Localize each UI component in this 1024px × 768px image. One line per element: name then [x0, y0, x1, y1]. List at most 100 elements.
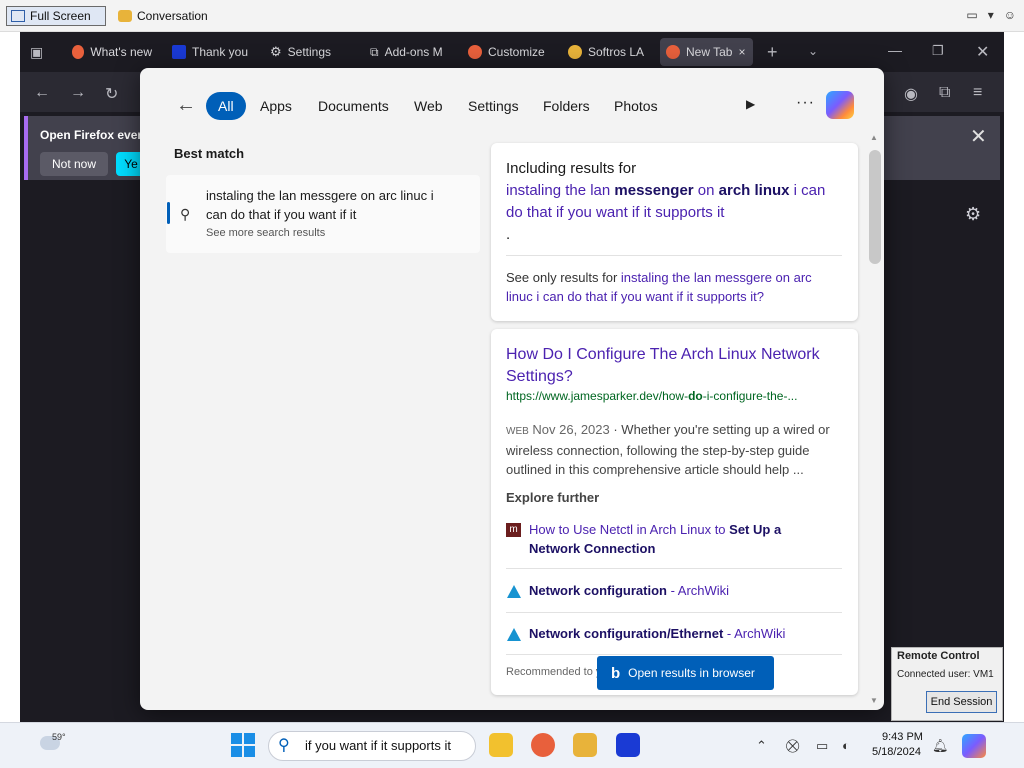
full-screen-label: Full Screen [30, 9, 91, 23]
copilot-icon[interactable] [826, 91, 854, 119]
tab-label: New Tab [686, 45, 733, 59]
menu-icon[interactable]: ≡ [973, 84, 982, 102]
arch-linux-icon [507, 628, 521, 641]
close-icon[interactable]: ✕ [970, 124, 987, 149]
trailing-period: . [506, 226, 511, 243]
firefox-icon [468, 45, 482, 59]
tab-thank-you[interactable]: Thank you [172, 38, 252, 66]
result-url[interactable]: https://www.jamesparker.dev/how-do-i-con… [506, 389, 846, 403]
firefox-icon[interactable] [531, 733, 555, 757]
filter-folders[interactable]: Folders [531, 92, 602, 120]
clock-date[interactable]: 5/18/2024 [872, 746, 921, 758]
explore-link-network-configuration[interactable]: Network configuration - ArchWiki [529, 583, 729, 598]
tab-label: Settings [287, 45, 332, 59]
extensions-icon[interactable]: ⧉ [939, 84, 950, 102]
site-favicon-icon: m [506, 523, 521, 537]
notice-text: Open Firefox ever [40, 128, 143, 142]
start-button[interactable] [231, 733, 255, 757]
tab-label: Customize [488, 45, 545, 59]
including-results-label: Including results for [506, 160, 637, 177]
source-tag: WEB [506, 426, 529, 437]
filter-settings[interactable]: Settings [456, 92, 531, 120]
malwarebytes-icon[interactable] [616, 733, 640, 757]
best-match-heading: Best match [174, 146, 245, 161]
tab-new-tab[interactable]: New Tab × [660, 38, 753, 66]
filter-all[interactable]: All [206, 92, 246, 120]
result-snippet: WEB Nov 26, 2023 · Whether you're settin… [506, 422, 830, 477]
softros-icon[interactable] [573, 733, 597, 757]
see-only-results: See only results for instaling the lan m… [506, 270, 812, 304]
filter-documents[interactable]: Documents [306, 92, 401, 120]
new-tab-icon[interactable]: + [767, 42, 778, 63]
clock-time[interactable]: 9:43 PM [882, 731, 923, 743]
conversation-label: Conversation [137, 9, 208, 23]
filter-web[interactable]: Web [402, 92, 455, 120]
tab-settings[interactable]: ⚙ Settings [270, 38, 350, 66]
tab-label: Softros LA [588, 45, 645, 59]
chat-icon [118, 10, 132, 22]
gear-icon: ⚙ [270, 44, 282, 59]
gear-icon[interactable]: ⚙ [965, 204, 981, 225]
see-more-results[interactable]: See more search results [206, 227, 325, 239]
divider [506, 654, 842, 655]
corrected-query-link[interactable]: instaling the lan messenger on arch linu… [506, 180, 841, 224]
tab-customize[interactable]: Customize [468, 38, 548, 66]
chevron-down-icon[interactable]: ▾ [988, 8, 994, 22]
file-explorer-icon[interactable] [489, 733, 513, 757]
network-icon[interactable]: ⛒ [786, 738, 799, 754]
close-window-icon[interactable]: ✕ [976, 42, 989, 62]
chevron-down-icon[interactable]: ⌄ [808, 44, 818, 58]
back-icon[interactable]: ← [34, 84, 50, 102]
conversation-button[interactable]: Conversation [114, 6, 234, 26]
tab-add-ons[interactable]: ⧉ Add-ons M [370, 38, 450, 66]
remote-control-title: Remote Control [897, 650, 980, 662]
filter-photos[interactable]: Photos [602, 92, 670, 120]
restore-icon[interactable]: ❐ [932, 43, 944, 59]
tab-label: Add-ons M [384, 45, 443, 59]
best-match-query: instaling the lan messgere on arc linuc … [206, 188, 434, 222]
chat-icon [568, 45, 582, 59]
firefox-icon [72, 45, 85, 59]
malwarebytes-icon [172, 45, 186, 59]
bing-icon: b [611, 664, 621, 682]
full-screen-button[interactable]: Full Screen [6, 6, 106, 26]
more-options-icon[interactable]: ··· [796, 94, 815, 112]
explore-further-heading: Explore further [506, 490, 600, 505]
explore-link-network-ethernet[interactable]: Network configuration/Ethernet - ArchWik… [529, 626, 785, 641]
copilot-icon[interactable] [962, 734, 986, 758]
fullscreen-icon [11, 10, 25, 22]
scrollbar-thumb[interactable] [869, 150, 881, 264]
end-session-button[interactable]: End Session [926, 691, 997, 713]
play-icon[interactable]: ▶ [746, 97, 755, 111]
forward-icon[interactable]: → [70, 84, 86, 102]
tab-list-icon[interactable]: ▣ [30, 44, 43, 61]
reload-icon[interactable]: ↻ [105, 84, 118, 104]
search-icon: ⚲ [278, 737, 290, 754]
display-icon[interactable]: ▭ [816, 738, 828, 754]
tab-whats-new[interactable]: What's new [72, 38, 152, 66]
explore-link-netctl[interactable]: How to Use Netctl in Arch Linux to Set U… [529, 520, 829, 558]
divider [506, 255, 842, 256]
back-arrow-icon[interactable]: ← [176, 94, 196, 117]
smiley-icon[interactable]: ☺ [1004, 8, 1016, 22]
taskbar-search-value: if you want if it supports it [305, 738, 451, 753]
tab-label: Thank you [192, 45, 249, 59]
open-in-browser-button[interactable]: b Open results in browser [597, 656, 774, 690]
filter-apps[interactable]: Apps [248, 92, 304, 120]
minimize-icon[interactable]: — [888, 42, 902, 58]
result-title-link[interactable]: How Do I Configure The Arch Linux Networ… [506, 344, 826, 388]
scroll-up-icon[interactable]: ▲ [870, 133, 878, 142]
account-icon[interactable]: ◉ [904, 84, 918, 104]
not-now-button[interactable]: Not now [40, 152, 108, 176]
window-icon[interactable]: ▭ [966, 8, 977, 22]
scroll-down-icon[interactable]: ▼ [870, 696, 878, 705]
connected-user: Connected user: VM1 [897, 669, 994, 680]
open-in-browser-label: Open results in browser [628, 666, 755, 680]
chevron-up-icon[interactable]: ⌃ [756, 738, 767, 754]
tab-softros[interactable]: Softros LA [568, 38, 648, 66]
result-date: Nov 26, 2023 [532, 422, 610, 437]
close-tab-icon[interactable]: × [738, 45, 745, 59]
weather-temp: 59° [52, 732, 66, 742]
notification-icon[interactable]: 🔔︎ [932, 738, 949, 754]
speaker-icon[interactable]: ◐ [842, 738, 850, 753]
